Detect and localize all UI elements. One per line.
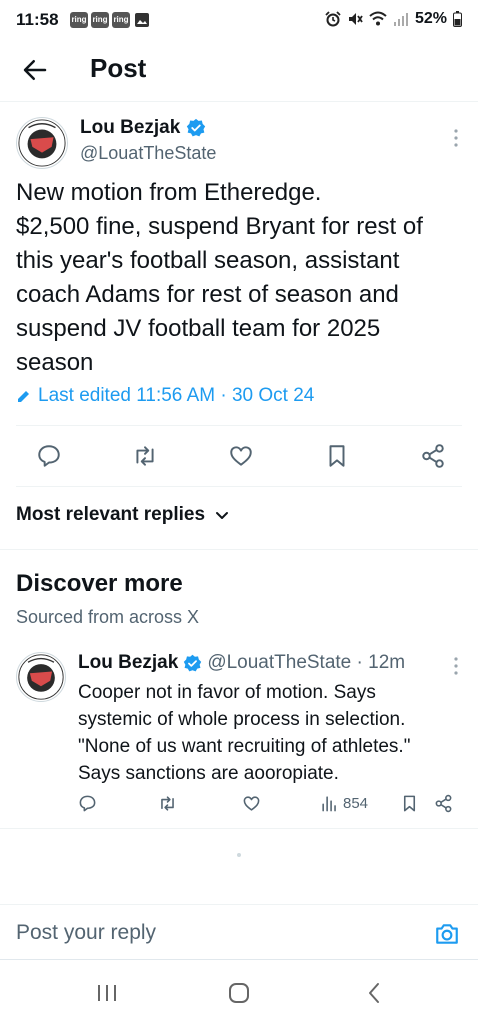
- battery-percent: 52%: [414, 10, 447, 27]
- share-icon: [435, 794, 452, 813]
- views-count: 854: [343, 795, 369, 812]
- discover-bookmark-button[interactable]: [400, 794, 419, 813]
- camera-icon[interactable]: [434, 921, 460, 947]
- system-nav-bar: [0, 960, 478, 1024]
- discover-like-button[interactable]: [242, 794, 261, 813]
- author-handle[interactable]: @LouatTheState: [80, 143, 216, 164]
- ring-notification-icon: ring: [112, 12, 130, 28]
- page-title: Post: [90, 53, 147, 83]
- chevron-down-icon: [216, 512, 229, 519]
- post-text-line: season: [16, 349, 94, 376]
- author-name-row[interactable]: Lou Bezjak: [80, 117, 206, 139]
- discover-subtitle: Sourced from across X: [16, 607, 200, 627]
- discover-text-line: Cooper not in favor of motion. Says: [78, 682, 376, 703]
- section-divider: [0, 828, 478, 829]
- loading-dot: [237, 853, 241, 857]
- section-divider: [0, 549, 478, 550]
- edited-label[interactable]: Last edited 11:56 AM · 30 Oct 24: [38, 385, 314, 407]
- post-text-line: coach Adams for rest of season and: [16, 281, 399, 308]
- verified-badge-icon: [184, 654, 202, 671]
- more-options-icon[interactable]: [452, 128, 460, 148]
- discover-title: Discover more: [16, 570, 183, 597]
- reply-author-avatar[interactable]: [16, 652, 66, 702]
- discover-share-button[interactable]: [434, 794, 453, 813]
- reply-icon[interactable]: [36, 443, 62, 469]
- alarm-icon: [325, 11, 341, 27]
- mute-icon: [348, 13, 363, 25]
- discover-post-text: Cooper not in favor of motion. Says syst…: [78, 679, 468, 787]
- pencil-icon: [18, 391, 29, 402]
- status-bar: 11:58 ring ring ring 52%: [0, 0, 478, 40]
- replies-sort-label[interactable]: Most relevant replies: [16, 504, 205, 526]
- reply-input[interactable]: [16, 921, 396, 945]
- top-header: Post: [0, 40, 478, 102]
- verified-badge-icon: [187, 118, 206, 137]
- back-nav-icon[interactable]: [362, 980, 388, 1006]
- recent-apps-icon[interactable]: [94, 980, 120, 1006]
- reply-icon: [79, 795, 96, 812]
- reply-composer: [0, 904, 478, 960]
- status-time: 11:58: [16, 10, 59, 29]
- discover-views-button[interactable]: 854: [320, 794, 368, 813]
- bookmark-icon: [403, 795, 416, 812]
- battery-icon: [453, 11, 462, 27]
- ring-notification-icon: ring: [91, 12, 109, 28]
- post-actions: [16, 425, 462, 487]
- discover-text-line: "None of us want recruiting of athletes.…: [78, 736, 411, 757]
- post-text-line: this year's football season, assistant: [16, 247, 400, 274]
- post-text-line: New motion from Etheredge.: [16, 179, 322, 206]
- post-text-line: $2,500 fine, suspend Bryant for rest of: [16, 213, 423, 240]
- discover-author-name[interactable]: Lou Bezjak: [78, 652, 178, 674]
- retweet-icon: [161, 796, 174, 811]
- post-text-line: suspend JV football team for 2025: [16, 315, 381, 342]
- discover-handle-time[interactable]: @LouatTheState · 12m: [207, 652, 405, 674]
- like-icon[interactable]: [228, 443, 254, 469]
- bookmark-icon[interactable]: [324, 443, 350, 469]
- ring-notification-icon: ring: [70, 12, 88, 28]
- home-icon[interactable]: [226, 980, 252, 1006]
- discover-reply-button[interactable]: [78, 794, 97, 813]
- back-arrow-icon[interactable]: [20, 55, 50, 85]
- state-news-logo-icon: [18, 654, 64, 700]
- author-name[interactable]: Lou Bezjak: [80, 117, 180, 139]
- post-text: New motion from Etheredge. $2,500 fine, …: [16, 176, 466, 380]
- share-icon[interactable]: [420, 443, 446, 469]
- wifi-icon: [369, 11, 387, 26]
- discover-text-line: systemic of whole process in selection.: [78, 709, 406, 730]
- replies-sort-dropdown[interactable]: Most relevant replies: [16, 504, 229, 526]
- like-icon: [243, 796, 260, 811]
- more-options-icon[interactable]: [452, 656, 460, 676]
- signal-icon: [393, 13, 408, 26]
- views-chart-icon: [322, 796, 336, 812]
- discover-text-line: Says sanctions are aooropiate.: [78, 763, 339, 784]
- gallery-icon: [135, 13, 149, 27]
- state-news-logo-icon: [18, 119, 66, 167]
- discover-post-actions: 854: [78, 794, 460, 820]
- discover-retweet-button[interactable]: [158, 794, 177, 813]
- discover-post-header[interactable]: Lou Bezjak @LouatTheState · 12m: [78, 652, 405, 674]
- retweet-icon[interactable]: [132, 443, 158, 469]
- edit-history-link[interactable]: Last edited 11:56 AM · 30 Oct 24: [16, 385, 314, 407]
- status-right: 52%: [325, 10, 462, 28]
- author-avatar[interactable]: [16, 117, 68, 169]
